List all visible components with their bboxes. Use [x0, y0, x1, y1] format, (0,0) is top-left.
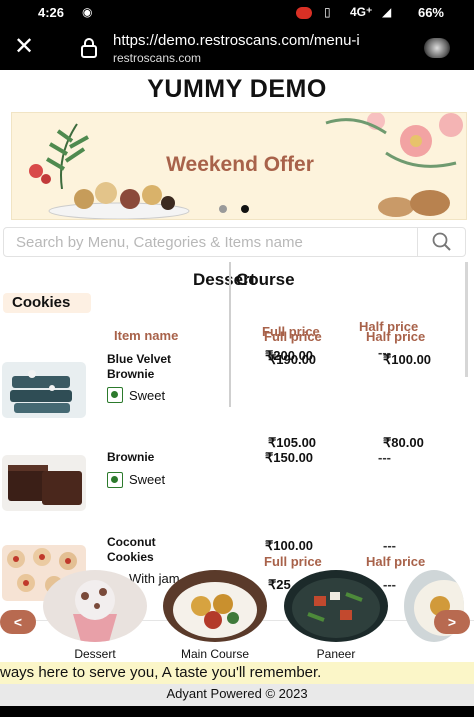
item-full-price-partial: ₹25	[268, 577, 291, 592]
header-half-price-overlap: Half price	[366, 329, 426, 344]
header-half-price-repeat: Half price	[366, 554, 426, 569]
item-half-price: ₹100.00	[383, 352, 432, 367]
item-tag: Sweet	[129, 388, 166, 403]
header-item-name: Item name	[114, 328, 179, 343]
search-button[interactable]	[417, 228, 465, 256]
browser-bar: ✕ https://demo.restroscans.com/menu-i re…	[0, 26, 474, 70]
battery-level: 66%	[417, 5, 444, 20]
header-full-price-repeat: Full price	[264, 554, 322, 569]
category-image-main-course[interactable]	[163, 570, 267, 642]
item-half-price-top: ₹80.00	[383, 435, 424, 450]
item-name-blue-velvet-brownie: Blue Velvet Brownie	[107, 352, 172, 381]
section-title-course: Course	[236, 270, 295, 289]
status-bar: 4:26 ◉ ▯ 4G⁺ ◢ 66%	[0, 0, 474, 26]
recording-icon	[296, 5, 312, 19]
header-full-price-overlap: Full price	[264, 329, 322, 344]
search-icon	[432, 232, 451, 251]
category-cookies[interactable]: Cookies	[3, 293, 91, 313]
item-name-brownie: Brownie	[107, 450, 155, 464]
veg-icon	[107, 387, 123, 403]
item-full-price: ₹150.00	[265, 450, 314, 465]
category-image-dessert[interactable]	[43, 570, 147, 642]
restaurant-title: YUMMY DEMO	[147, 75, 327, 103]
item-image-blue-velvet-brownie[interactable]	[2, 362, 86, 418]
category-label-dessert[interactable]: Dessert	[43, 647, 147, 661]
item-half-price: ---	[378, 450, 391, 465]
scrollbar[interactable]	[465, 262, 468, 377]
column-divider	[229, 262, 231, 407]
category-label-paneer[interactable]: Paneer	[284, 647, 388, 661]
item-tag: Sweet	[129, 472, 166, 487]
category-image-paneer[interactable]	[284, 570, 388, 642]
domain-text: restroscans.com	[113, 51, 202, 65]
carousel-dot[interactable]	[219, 205, 227, 213]
item-name-coconut-cookies: Coconut Cookies	[107, 535, 156, 564]
nfc-icon: ◉	[82, 5, 93, 19]
search-bar	[3, 227, 466, 257]
item-full-price-top: ₹105.00	[268, 435, 317, 450]
food-plate-icon	[48, 182, 190, 219]
carousel-next-button[interactable]: >	[434, 610, 470, 634]
network-type: 4G⁺	[350, 5, 373, 19]
category-label-main-course[interactable]: Main Course	[163, 647, 267, 661]
marquee-ticker: ways here to serve you, A taste you'll r…	[0, 662, 474, 684]
item-image-brownie[interactable]	[2, 455, 86, 511]
cookies-decoration-icon	[378, 190, 450, 217]
carousel-prev-button[interactable]: <	[0, 610, 36, 634]
vibrate-icon: ▯	[324, 5, 331, 19]
lock-icon[interactable]	[80, 38, 98, 58]
gesture-bar	[0, 706, 474, 717]
menu-icon[interactable]	[424, 38, 450, 58]
status-time: 4:26	[38, 5, 65, 20]
veg-icon	[107, 472, 123, 488]
item-full-price: ₹100.00	[265, 538, 314, 553]
banner-title: Weekend Offer	[166, 153, 314, 176]
offer-banner[interactable]: Weekend Offer	[11, 112, 467, 220]
footer-credit: Adyant Powered © 2023	[0, 684, 474, 706]
item-half-price-repeat: ---	[383, 577, 396, 592]
item-full-price-overlap: ₹190.00	[268, 352, 317, 367]
search-input[interactable]	[4, 228, 417, 256]
signal-icon: ◢	[382, 5, 392, 19]
carousel-dot-active[interactable]	[241, 205, 249, 213]
close-icon[interactable]: ✕	[14, 35, 34, 59]
item-half-price: ---	[383, 538, 396, 553]
url-text[interactable]: https://demo.restroscans.com/menu-i	[113, 32, 418, 49]
